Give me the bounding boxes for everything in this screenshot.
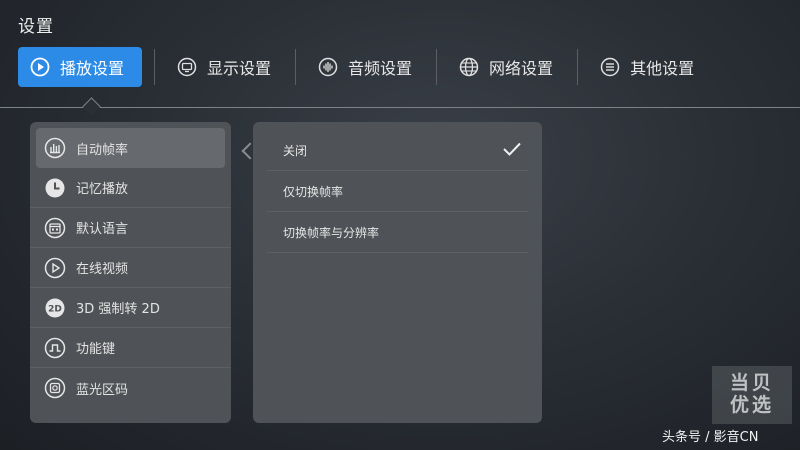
tab-divider (577, 49, 579, 85)
tab-network-settings[interactable]: 网络设置 (449, 47, 565, 87)
monitor-icon (177, 57, 197, 77)
tab-playback-settings[interactable]: 播放设置 (18, 47, 143, 87)
menu-item-label: 3D 强制转 2D (76, 302, 160, 317)
clock-icon (44, 177, 66, 199)
menu-item-label: 默认语言 (76, 222, 129, 237)
menu-item-default-language[interactable]: 默认语言 (30, 208, 231, 248)
menu-item-label: 功能键 (76, 342, 116, 357)
tab-label: 其他设置 (630, 59, 695, 78)
option-switch-frame-rate-only[interactable]: 仅切换帧率 (267, 171, 528, 212)
tab-divider (154, 49, 156, 85)
tab-divider (295, 49, 297, 85)
menu-item-function-key[interactable]: 功能键 (30, 328, 231, 368)
header-divider (0, 107, 800, 108)
option-label: 切换帧率与分辨率 (283, 225, 380, 240)
tab-label: 音频设置 (348, 59, 413, 78)
svg-text:2D: 2D (48, 304, 62, 314)
menu-item-label: 自动帧率 (76, 142, 129, 158)
tab-audio-settings[interactable]: 音频设置 (308, 47, 424, 87)
watermark-logo-text: 当贝优选 (729, 372, 774, 416)
watermark-logo: 当贝优选 (712, 366, 792, 424)
page-title: 设置 (18, 17, 54, 37)
active-tab-pointer (82, 97, 101, 116)
pulse-key-icon (44, 337, 66, 359)
tab-label: 播放设置 (60, 59, 125, 78)
menu-item-auto-frame-rate[interactable]: 自动帧率 (36, 128, 225, 168)
menu-item-online-video[interactable]: 在线视频 (30, 248, 231, 288)
auto-frame-rate-options: 关闭 仅切换帧率 切换帧率与分辨率 (253, 122, 542, 423)
settings-tab-bar: 播放设置 显示设置 音频设置 网络设置 其他设置 (18, 46, 706, 88)
list-menu-icon (600, 57, 620, 77)
menu-item-label: 蓝光区码 (76, 382, 129, 398)
watermark-caption: 头条号 / 影音CN (662, 430, 759, 445)
option-switch-frame-rate-and-resolution[interactable]: 切换帧率与分辨率 (267, 212, 528, 253)
tab-label: 显示设置 (207, 59, 272, 78)
playback-settings-menu: 自动帧率 记忆播放 默认语言 在线视频 2D 3D 强制转 2D 功能键 蓝光区… (30, 122, 231, 423)
option-off[interactable]: 关闭 (267, 130, 528, 171)
play-circle-icon (30, 57, 50, 77)
bar-chart-icon (44, 137, 66, 159)
menu-item-resume-playback[interactable]: 记忆播放 (30, 168, 231, 208)
checkmark-icon (502, 141, 522, 160)
globe-icon (459, 57, 479, 77)
menu-item-force-3d-to-2d[interactable]: 2D 3D 强制转 2D (30, 288, 231, 328)
option-label: 关闭 (283, 143, 308, 158)
tab-display-settings[interactable]: 显示设置 (167, 47, 283, 87)
audio-wave-icon (318, 57, 338, 77)
2d-icon: 2D (44, 297, 66, 319)
disc-icon (44, 377, 66, 399)
option-label: 仅切换帧率 (283, 184, 344, 199)
menu-item-label: 记忆播放 (76, 182, 129, 197)
tab-other-settings[interactable]: 其他设置 (590, 47, 706, 87)
menu-item-label: 在线视频 (76, 262, 129, 277)
play-icon (44, 257, 66, 279)
calendar-icon (44, 217, 66, 239)
menu-item-bluray-region-code[interactable]: 蓝光区码 (30, 368, 231, 408)
tab-label: 网络设置 (489, 59, 554, 78)
tab-divider (436, 49, 438, 85)
